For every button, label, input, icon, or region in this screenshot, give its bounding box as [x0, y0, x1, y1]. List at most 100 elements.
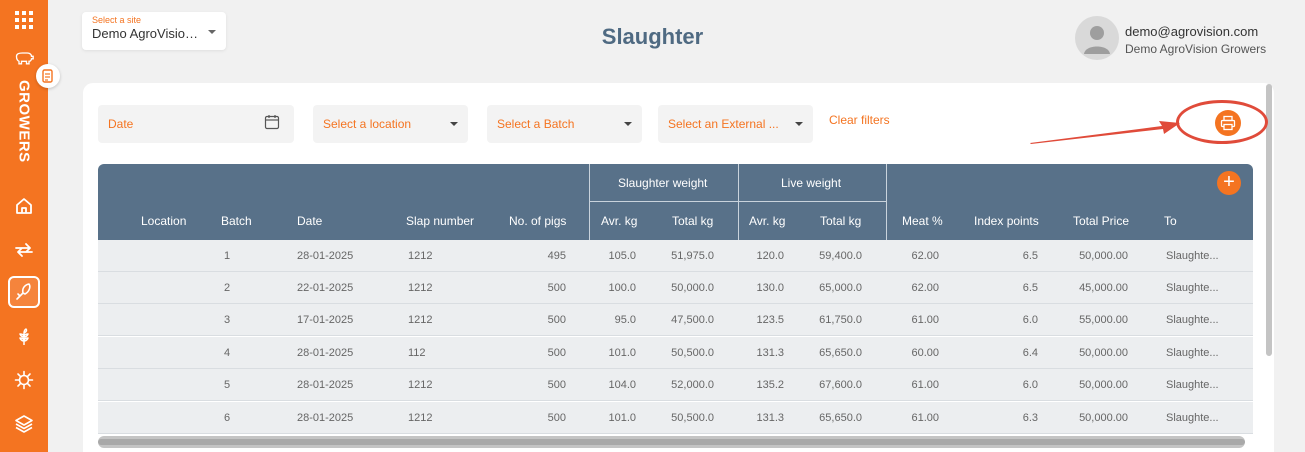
cell-live-total-kg: 67,600.0 — [819, 379, 862, 391]
cell-index-points: 6.4 — [1022, 347, 1038, 359]
cell-live-total-kg: 65,650.0 — [819, 347, 862, 359]
cell-to: Slaughte... — [1166, 314, 1219, 326]
table-row[interactable]: 3 17-01-2025 1212 500 95.0 47,500.0 123.… — [98, 304, 1253, 336]
cell-slaughter-total-kg: 51,975.0 — [671, 250, 714, 262]
group-header-live-weight: Live weight — [781, 176, 842, 190]
cell-slaughter-total-kg: 50,500.0 — [671, 412, 714, 424]
add-row-button[interactable]: + — [1217, 171, 1241, 195]
printer-icon — [1220, 115, 1236, 131]
home-icon[interactable] — [12, 194, 36, 218]
column-header-meat-percent[interactable]: Meat % — [902, 214, 943, 228]
chevron-down-icon — [450, 122, 458, 126]
location-select-placeholder: Select a location — [323, 117, 412, 131]
column-header-slaughter-avr-kg[interactable]: Avr. kg — [601, 214, 637, 228]
site-select-label: Select a site — [92, 15, 142, 25]
cell-index-points: 6.0 — [1022, 379, 1038, 391]
cell-slap-number: 1212 — [408, 379, 433, 391]
avatar[interactable] — [1075, 16, 1119, 60]
column-header-total-price[interactable]: Total Price — [1073, 214, 1129, 228]
column-header-no-of-pigs[interactable]: No. of pigs — [509, 214, 566, 228]
print-button[interactable] — [1215, 110, 1241, 136]
table-header: Slaughter weight Live weight Location Ba… — [98, 164, 1253, 240]
cell-live-total-kg: 59,400.0 — [819, 250, 862, 262]
cell-live-avr-kg: 131.3 — [756, 347, 784, 359]
cell-total-price: 45,000.00 — [1079, 282, 1128, 294]
column-header-slaughter-total-kg[interactable]: Total kg — [672, 214, 713, 228]
cell-live-avr-kg: 120.0 — [756, 250, 784, 262]
cell-no-of-pigs: 500 — [547, 347, 566, 359]
external-select-placeholder: Select an External ... — [668, 117, 779, 131]
column-header-date[interactable]: Date — [297, 214, 322, 228]
column-divider — [589, 164, 590, 240]
transfer-arrows-icon[interactable] — [12, 238, 36, 262]
cell-no-of-pigs: 500 — [547, 314, 566, 326]
cell-live-avr-kg: 135.2 — [756, 379, 784, 391]
external-select[interactable]: Select an External ... — [658, 105, 813, 143]
column-header-batch[interactable]: Batch — [221, 214, 252, 228]
cell-slap-number: 112 — [408, 347, 426, 359]
calendar-icon[interactable] — [264, 114, 280, 130]
horizontal-scrollbar[interactable] — [98, 436, 1245, 448]
cell-meat-percent: 62.00 — [911, 282, 939, 294]
cell-batch: 2 — [224, 282, 231, 294]
pig-icon[interactable] — [12, 46, 36, 70]
slaughter-knife-icon[interactable] — [12, 280, 36, 304]
cell-meat-percent: 60.00 — [911, 347, 939, 359]
table-row[interactable]: 4 28-01-2025 112 500 101.0 50,500.0 131.… — [98, 337, 1253, 369]
table-row[interactable]: 2 22-01-2025 1212 500 100.0 50,000.0 130… — [98, 272, 1253, 304]
virus-icon[interactable] — [12, 368, 36, 392]
cell-live-total-kg: 65,000.0 — [819, 282, 862, 294]
cell-no-of-pigs: 500 — [547, 379, 566, 391]
cell-to: Slaughte... — [1166, 250, 1219, 262]
column-header-index-points[interactable]: Index points — [974, 214, 1039, 228]
cell-total-price: 50,000.00 — [1079, 379, 1128, 391]
column-header-live-avr-kg[interactable]: Avr. kg — [749, 214, 785, 228]
horizontal-scrollbar-thumb[interactable] — [98, 439, 1245, 445]
column-header-slap-number[interactable]: Slap number — [406, 214, 474, 228]
date-filter-placeholder: Date — [108, 117, 134, 131]
cell-meat-percent: 61.00 — [911, 379, 939, 391]
layers-icon[interactable] — [12, 412, 36, 436]
clear-filters-link[interactable]: Clear filters — [829, 113, 890, 127]
column-header-location[interactable]: Location — [141, 214, 186, 228]
cell-live-avr-kg: 123.5 — [756, 314, 784, 326]
apps-grid-icon[interactable] — [12, 8, 36, 32]
column-header-live-total-kg[interactable]: Total kg — [820, 214, 861, 228]
table-row[interactable]: 1 28-01-2025 1212 495 105.0 51,975.0 120… — [98, 240, 1253, 272]
column-divider — [886, 164, 887, 240]
batch-select[interactable]: Select a Batch — [487, 105, 642, 143]
column-header-to[interactable]: To — [1164, 214, 1177, 228]
plant-icon[interactable] — [12, 325, 36, 349]
cell-slaughter-total-kg: 47,500.0 — [671, 314, 714, 326]
location-select[interactable]: Select a location — [313, 105, 468, 143]
cell-date: 17-01-2025 — [297, 314, 354, 326]
brand-label: GROWERS — [15, 79, 33, 163]
cell-slaughter-avr-kg: 100.0 — [608, 282, 636, 294]
table-row[interactable]: 5 28-01-2025 1212 500 104.0 52,000.0 135… — [98, 369, 1253, 401]
notes-icon[interactable] — [36, 64, 60, 88]
batch-select-placeholder: Select a Batch — [497, 117, 575, 131]
cell-slap-number: 1212 — [408, 282, 433, 294]
cell-batch: 6 — [224, 412, 231, 424]
page-title: Slaughter — [601, 24, 704, 49]
cell-meat-percent: 62.00 — [911, 250, 939, 262]
chevron-down-icon — [624, 122, 632, 126]
cell-slaughter-avr-kg: 101.0 — [608, 347, 636, 359]
cell-total-price: 50,000.00 — [1079, 250, 1128, 262]
table-body: 1 28-01-2025 1212 495 105.0 51,975.0 120… — [98, 240, 1253, 436]
cell-slap-number: 1212 — [408, 250, 433, 262]
cell-to: Slaughte... — [1166, 347, 1219, 359]
cell-date: 28-01-2025 — [297, 412, 354, 424]
table-row[interactable]: 6 28-01-2025 1212 500 101.0 50,500.0 131… — [98, 402, 1253, 434]
cell-no-of-pigs: 495 — [547, 250, 566, 262]
cell-slaughter-total-kg: 50,000.0 — [671, 282, 714, 294]
cell-slaughter-avr-kg: 95.0 — [614, 314, 636, 326]
cell-live-avr-kg: 131.3 — [756, 412, 784, 424]
cell-slap-number: 1212 — [408, 412, 433, 424]
cell-slaughter-total-kg: 50,500.0 — [671, 347, 714, 359]
site-select[interactable]: Select a site Demo AgroVision ... — [82, 12, 226, 50]
cell-batch: 1 — [224, 250, 231, 262]
cell-date: 28-01-2025 — [297, 379, 354, 391]
date-filter[interactable]: Date — [98, 105, 294, 143]
cell-batch: 5 — [224, 379, 231, 391]
